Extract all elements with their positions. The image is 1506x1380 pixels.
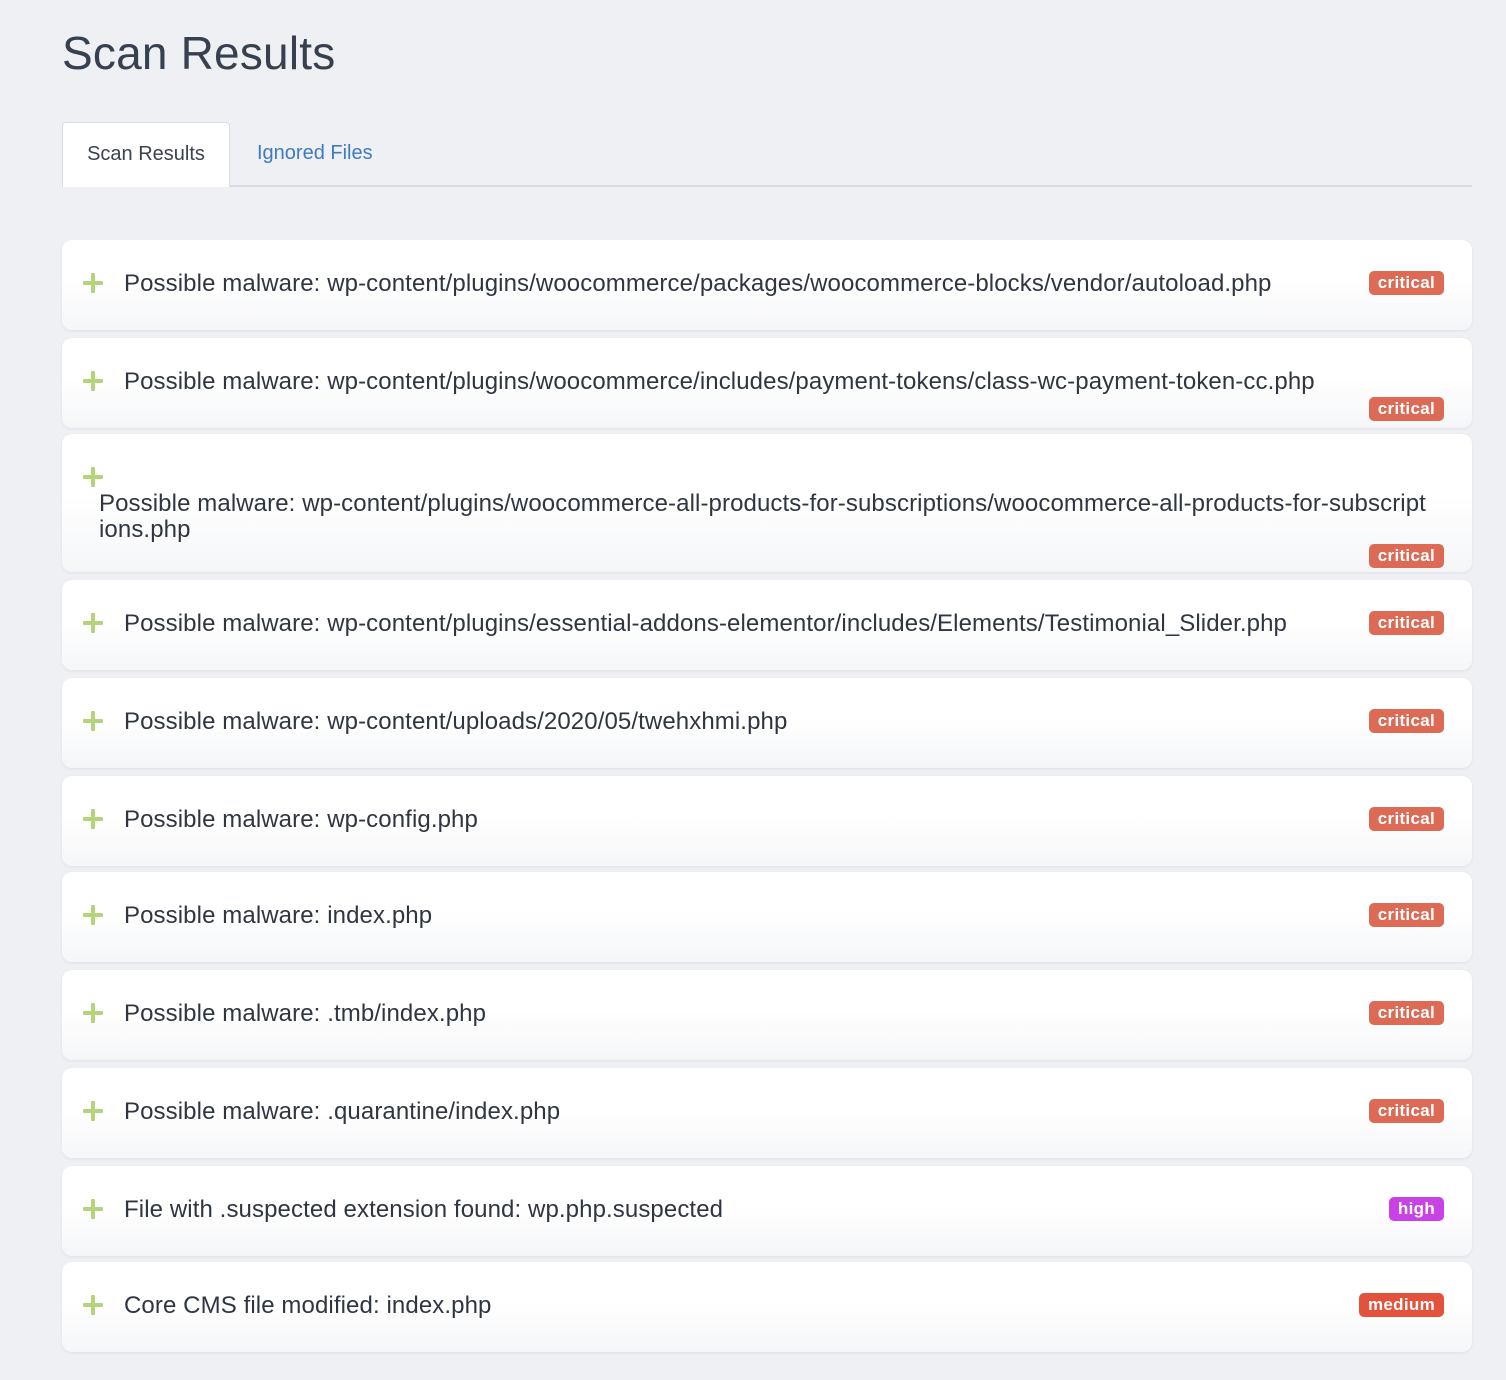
result-text: Possible malware: .quarantine/index.php bbox=[124, 1098, 561, 1125]
result-text: Possible malware: wp-content/plugins/woo… bbox=[99, 490, 1426, 543]
severity-badge: critical bbox=[1368, 1001, 1444, 1025]
severity-badge: critical bbox=[1368, 397, 1444, 421]
severity-badge: critical bbox=[1368, 903, 1444, 927]
tab-scan-results[interactable]: Scan Results bbox=[62, 122, 230, 187]
result-text: Possible malware: .tmb/index.php bbox=[124, 1000, 487, 1027]
result-text: File with .suspected extension found: wp… bbox=[124, 1196, 724, 1223]
result-row[interactable]: Possible malware: .quarantine/index.php … bbox=[62, 1068, 1472, 1158]
plus-icon[interactable] bbox=[83, 1199, 103, 1219]
severity-badge: critical bbox=[1368, 709, 1444, 733]
result-row[interactable]: Possible malware: wp-config.php critical bbox=[62, 776, 1472, 866]
severity-badge: critical bbox=[1368, 807, 1444, 831]
result-row[interactable]: Possible malware: .tmb/index.php critica… bbox=[62, 970, 1472, 1060]
severity-badge: critical bbox=[1368, 271, 1444, 295]
severity-badge: critical bbox=[1368, 1099, 1444, 1123]
result-text: Possible malware: index.php bbox=[124, 902, 433, 929]
result-row[interactable]: Possible malware: wp-content/plugins/ess… bbox=[62, 580, 1472, 670]
plus-icon[interactable] bbox=[83, 809, 103, 829]
plus-icon[interactable] bbox=[83, 613, 103, 633]
result-row[interactable]: Possible malware: wp-content/plugins/woo… bbox=[62, 240, 1472, 330]
result-text: Possible malware: wp-content/plugins/ess… bbox=[124, 610, 1288, 637]
result-row[interactable]: Core CMS file modified: index.php medium bbox=[62, 1262, 1472, 1352]
result-row[interactable]: Possible malware: index.php critical bbox=[62, 872, 1472, 962]
tab-bar: Scan Results Ignored Files bbox=[62, 122, 1472, 187]
tab-ignored-files[interactable]: Ignored Files bbox=[257, 122, 373, 185]
result-text: Possible malware: wp-config.php bbox=[124, 806, 478, 833]
result-row[interactable]: File with .suspected extension found: wp… bbox=[62, 1166, 1472, 1256]
severity-badge: high bbox=[1388, 1197, 1444, 1221]
plus-icon[interactable] bbox=[83, 1101, 103, 1121]
severity-badge: critical bbox=[1368, 544, 1444, 568]
result-row[interactable]: Possible malware: wp-content/uploads/202… bbox=[62, 678, 1472, 768]
plus-icon[interactable] bbox=[83, 467, 103, 487]
severity-badge: medium bbox=[1359, 1293, 1444, 1317]
result-row[interactable]: Possible malware: wp-content/plugins/woo… bbox=[62, 434, 1472, 572]
result-text: Possible malware: wp-content/plugins/woo… bbox=[124, 368, 1315, 395]
plus-icon[interactable] bbox=[83, 273, 103, 293]
page-title: Scan Results bbox=[62, 27, 336, 79]
plus-icon[interactable] bbox=[83, 1003, 103, 1023]
result-row[interactable]: Possible malware: wp-content/plugins/woo… bbox=[62, 338, 1472, 428]
plus-icon[interactable] bbox=[83, 371, 103, 391]
result-text: Possible malware: wp-content/plugins/woo… bbox=[124, 270, 1272, 297]
result-text: Possible malware: wp-content/uploads/202… bbox=[124, 708, 788, 735]
plus-icon[interactable] bbox=[83, 905, 103, 925]
severity-badge: critical bbox=[1368, 611, 1444, 635]
plus-icon[interactable] bbox=[83, 1295, 103, 1315]
plus-icon[interactable] bbox=[83, 711, 103, 731]
result-text: Core CMS file modified: index.php bbox=[124, 1292, 492, 1319]
